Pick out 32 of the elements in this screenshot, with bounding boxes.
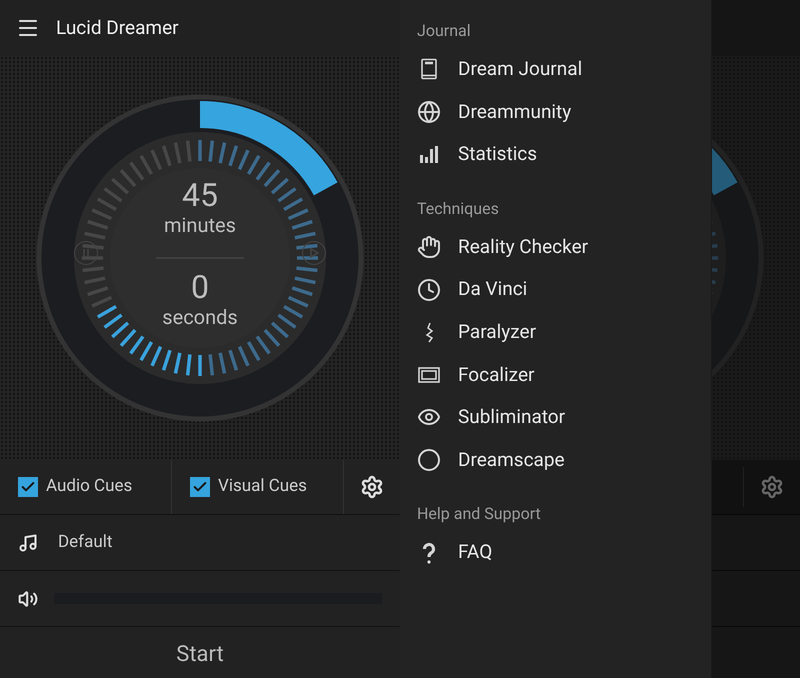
- minutes-value: 45: [182, 177, 218, 213]
- hand-icon: [417, 235, 441, 260]
- drawer-item[interactable]: Dreamscape: [417, 438, 694, 482]
- cue-checkbox[interactable]: Visual Cues: [172, 460, 344, 514]
- drawer-item[interactable]: Dreammunity: [417, 90, 694, 134]
- drawer-item[interactable]: Reality Checker: [417, 226, 694, 268]
- play-icon: [308, 247, 320, 259]
- section-header: Techniques: [417, 198, 500, 220]
- globe-icon: [417, 100, 441, 124]
- circle-icon: [417, 448, 441, 472]
- play-button[interactable]: [302, 241, 326, 265]
- seconds-label: seconds: [162, 305, 238, 329]
- pause-button[interactable]: [74, 241, 98, 265]
- music-note-icon: [18, 532, 38, 552]
- sound-name: Default: [58, 530, 112, 554]
- drawer-item[interactable]: Dream Journal: [417, 48, 694, 91]
- cue-checkbox[interactable]: Audio Cues: [0, 460, 172, 514]
- volume-icon: [18, 588, 38, 608]
- drawer-item[interactable]: Subliminator: [417, 396, 694, 439]
- drawer-item[interactable]: Focalizer: [417, 354, 694, 396]
- section-header: Journal: [417, 20, 472, 42]
- settings-icon: [760, 475, 784, 499]
- seconds-value: 0: [191, 269, 209, 305]
- drawer-item[interactable]: Paralyzer: [417, 310, 694, 354]
- drawer-item[interactable]: Statistics: [417, 133, 694, 176]
- minutes-label: minutes: [164, 213, 236, 237]
- section-header: Help and Support: [417, 503, 542, 526]
- app-title: Lucid Dreamer: [56, 14, 179, 41]
- clock-icon: [417, 278, 441, 302]
- zigzag-icon: [424, 322, 434, 343]
- drawer-item[interactable]: FAQ: [417, 531, 694, 574]
- drawer-item[interactable]: Da Vinci: [417, 268, 694, 311]
